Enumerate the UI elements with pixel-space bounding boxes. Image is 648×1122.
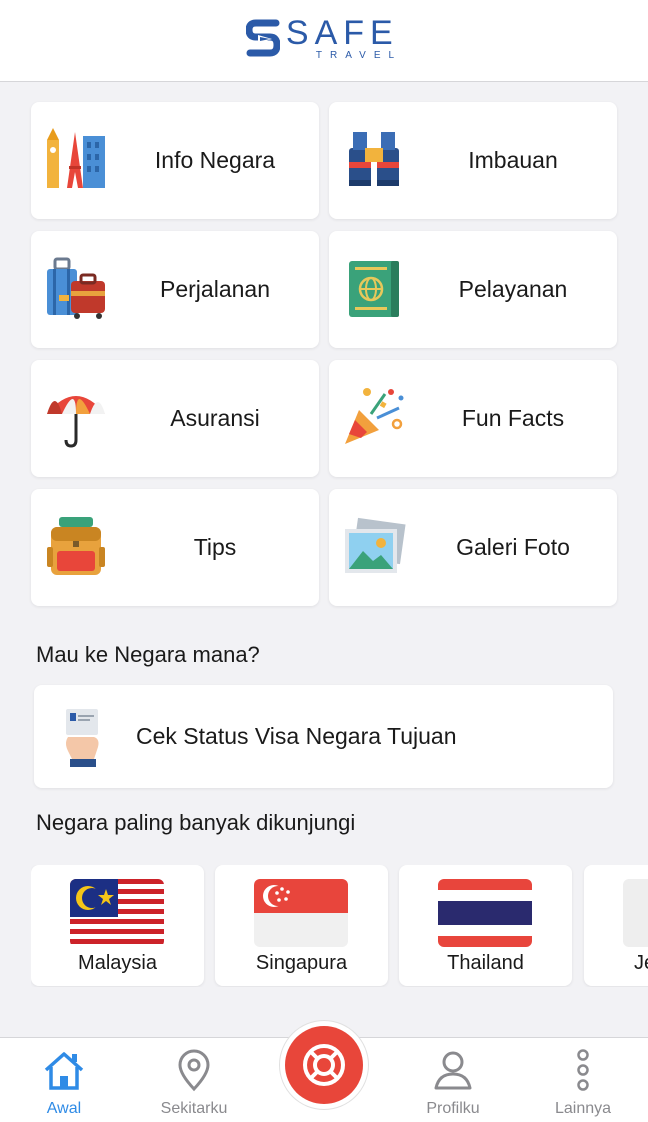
country-name: Singapura (255, 952, 348, 974)
menu-tile-asuransi[interactable]: Asuransi (31, 360, 319, 477)
binoculars-icon (349, 132, 399, 186)
photo-gallery-icon (345, 517, 406, 573)
country-name: Je (634, 952, 648, 974)
country-name: Thailand (447, 952, 524, 974)
visa-status-label: Cek Status Visa Negara Tujuan (136, 723, 457, 749)
tab-label: Profilku (426, 1100, 480, 1117)
country-flag-icon (623, 879, 648, 947)
malaysia-flag-icon (70, 879, 164, 947)
singapore-flag-icon (254, 879, 348, 947)
safe-travel-logo-mark (245, 19, 280, 56)
popular-countries-list: Malaysia Singapura Thailand Je (31, 865, 648, 987)
tab-sekitarku[interactable]: Sekitarku (139, 1048, 249, 1118)
tab-label: Sekitarku (160, 1100, 228, 1117)
menu-tile-pelayanan[interactable]: Pelayanan (329, 231, 617, 348)
tab-label: Lainnya (554, 1100, 612, 1117)
menu-tile-label: Galeri Foto (456, 534, 570, 560)
visa-check-icon (66, 709, 99, 767)
more-vertical-icon (577, 1049, 589, 1091)
country-name: Malaysia (78, 952, 157, 974)
popular-section-title: Negara paling banyak dikunjungi (36, 810, 356, 835)
menu-tile-label: Pelayanan (458, 276, 568, 302)
tab-awal[interactable]: Awal (9, 1048, 119, 1118)
country-card-partial[interactable]: Je (584, 865, 648, 986)
umbrella-icon (47, 396, 105, 448)
menu-tile-tips[interactable]: Tips (31, 489, 319, 606)
tab-label: Awal (46, 1100, 82, 1117)
destination-section-title: Mau ke Negara mana? (36, 642, 260, 667)
tab-lainnya[interactable]: Lainnya (528, 1048, 638, 1118)
menu-tile-info-negara[interactable]: Info Negara (31, 102, 319, 219)
lifebuoy-icon (303, 1044, 345, 1086)
menu-tile-imbauan[interactable]: Imbauan (329, 102, 617, 219)
menu-tile-label: Imbauan (468, 147, 558, 173)
menu-tile-perjalanan[interactable]: Perjalanan (31, 231, 319, 348)
menu-tile-label: Fun Facts (461, 405, 565, 431)
person-icon (434, 1051, 472, 1090)
landmarks-icon (47, 128, 105, 188)
menu-tile-label: Tips (193, 534, 237, 560)
sos-button[interactable] (280, 1021, 368, 1109)
party-popper-icon (345, 388, 404, 444)
passport-icon (349, 261, 399, 317)
logo-word: SAFE (285, 13, 399, 52)
luggage-icon (47, 257, 105, 319)
menu-tile-galeri-foto[interactable]: Galeri Foto (329, 489, 617, 606)
home-icon (44, 1052, 84, 1090)
thailand-flag-icon (438, 879, 532, 947)
menu-tile-fun-facts[interactable]: Fun Facts (329, 360, 617, 477)
menu-tile-label: Perjalanan (160, 276, 270, 302)
menu-tile-label: Asuransi (170, 405, 260, 431)
logo-subtitle: TRAVEL (315, 49, 403, 61)
country-card-thailand[interactable]: Thailand (399, 865, 572, 986)
country-card-singapura[interactable]: Singapura (215, 865, 388, 986)
feature-menu-grid: Info Negara Imbauan Perjalanan Pelayanan… (31, 102, 617, 606)
app-header: SAFE TRAVEL (0, 0, 648, 82)
country-card-malaysia[interactable]: Malaysia (31, 865, 204, 986)
backpack-icon (47, 517, 105, 575)
tab-profilku[interactable]: Profilku (398, 1048, 508, 1118)
location-pin-icon (178, 1049, 210, 1092)
safe-travel-logo: SAFE TRAVEL (245, 13, 403, 62)
visa-status-card[interactable]: Cek Status Visa Negara Tujuan (34, 685, 613, 788)
menu-tile-label: Info Negara (154, 147, 276, 173)
